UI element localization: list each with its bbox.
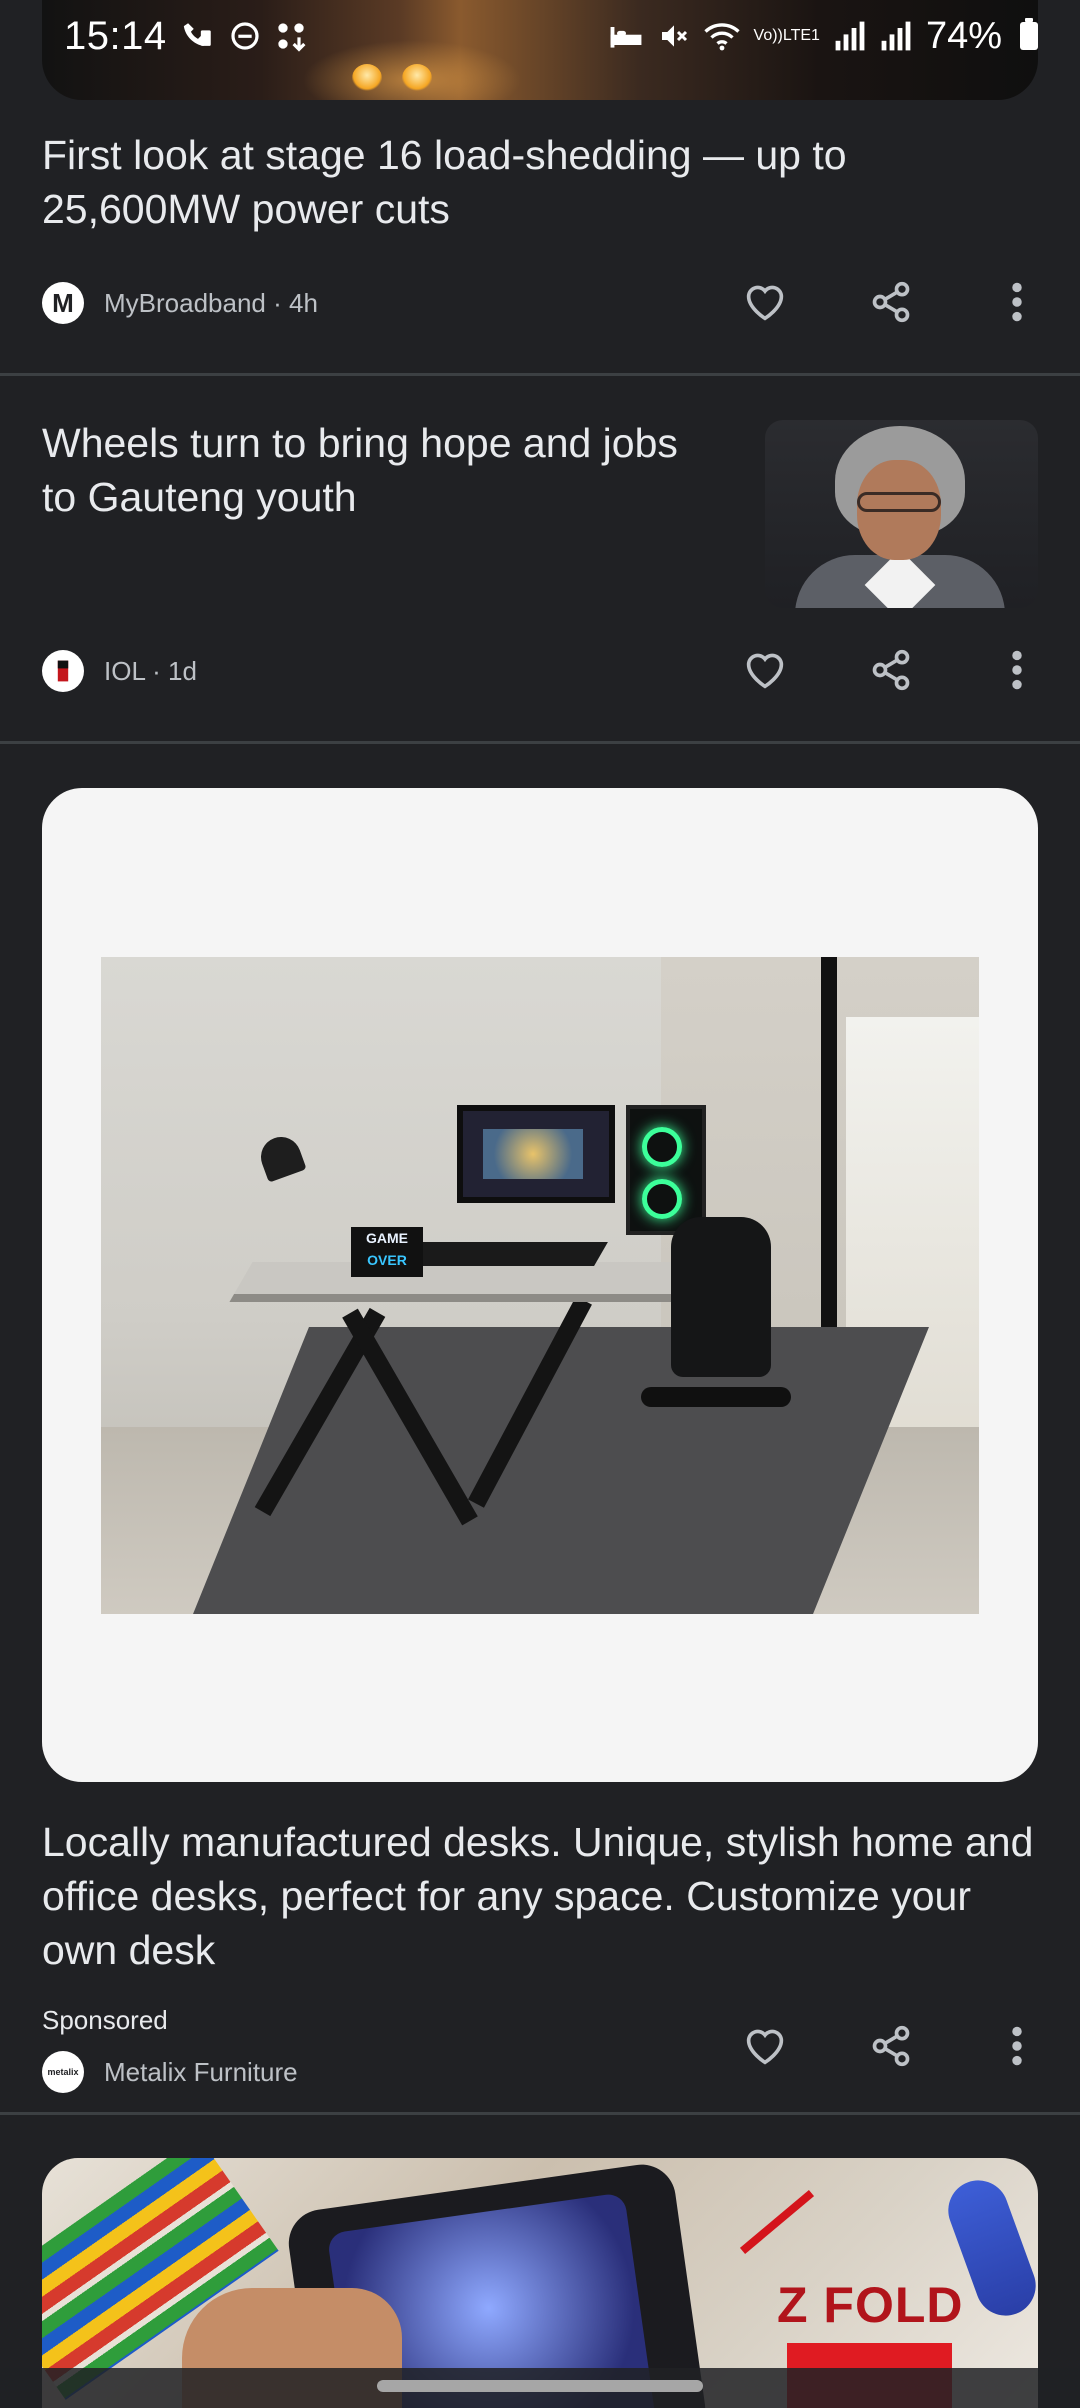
red-arrow: [739, 2190, 815, 2254]
chair-base: [641, 1387, 791, 1407]
more-vert-icon: [1012, 650, 1022, 690]
more-vert-icon: [1012, 282, 1022, 322]
feed-divider: [0, 373, 1080, 376]
status-time: 15:14: [64, 13, 167, 58]
monitor: [457, 1105, 615, 1203]
source-logo-letter: M: [52, 287, 74, 318]
source-logo: M: [42, 282, 84, 324]
article-thumbnail[interactable]: [765, 420, 1038, 608]
signal-strength-icon: [834, 21, 866, 51]
share-button[interactable]: [828, 262, 954, 342]
heart-icon: [746, 653, 784, 689]
advertiser-logo: metalix: [42, 2051, 84, 2093]
advertiser-logo-text: metalix: [47, 2067, 79, 2077]
sponsored-headline[interactable]: Locally manufactured desks. Unique, styl…: [42, 1815, 1042, 1977]
share-button[interactable]: [828, 630, 954, 710]
desk-lamp: [255, 1131, 307, 1183]
sign-line-1: GAME: [366, 1230, 408, 1246]
sponsored-actions: [702, 2006, 1080, 2086]
sign-line-2: OVER: [367, 1252, 407, 1268]
like-button[interactable]: [702, 262, 828, 342]
iol-logo: [42, 650, 84, 692]
do-not-disturb-icon: [229, 20, 261, 52]
article-source-row[interactable]: IOL · 1d: [42, 650, 197, 692]
sponsored-image-card[interactable]: GAME OVER: [42, 788, 1038, 1782]
game-over-sign: GAME OVER: [351, 1227, 423, 1277]
like-button[interactable]: [702, 2006, 828, 2086]
status-bar: 15:14 Vo)) LTE1 74%: [0, 0, 1080, 72]
more-vert-icon: [1012, 2026, 1022, 2066]
office-chair: [671, 1217, 771, 1377]
bedtime-icon: [608, 21, 644, 51]
share-icon: [872, 649, 910, 691]
desk-top: [229, 1262, 723, 1302]
status-right: Vo)) LTE1 74%: [608, 15, 1038, 58]
desk-mat: [394, 1242, 608, 1266]
battery-icon: [1020, 18, 1038, 50]
call-forward-icon: [181, 19, 215, 53]
mute-icon: [658, 20, 690, 52]
more-options-button[interactable]: [954, 262, 1080, 342]
article-headline[interactable]: Wheels turn to bring hope and jobs to Ga…: [42, 416, 722, 524]
share-button[interactable]: [828, 2006, 954, 2086]
photo-rug: [193, 1327, 929, 1614]
feed-divider: [0, 2112, 1080, 2115]
pc-case: [626, 1105, 706, 1235]
volte-label: Vo)): [753, 27, 783, 44]
source-name-time: IOL · 1d: [104, 655, 197, 686]
share-icon: [872, 2025, 910, 2067]
battery-percent: 74%: [925, 14, 1002, 57]
article-actions: [702, 262, 1080, 342]
thumbnail-glasses: [857, 492, 941, 512]
wifi-icon: [703, 20, 740, 52]
overlay-text: Z FOLD: [777, 2277, 964, 2333]
desk-photo: GAME OVER: [101, 957, 979, 1614]
heart-icon: [746, 2029, 784, 2065]
volte-indicator: Vo)) LTE1: [754, 28, 820, 44]
share-icon: [872, 281, 910, 323]
feed-divider: [0, 741, 1080, 744]
home-gesture-handle[interactable]: [377, 2380, 703, 2392]
advertiser-name: Metalix Furniture: [104, 2056, 298, 2087]
news-feed-page: 15:14 Vo)) LTE1 74% First look at stage …: [0, 0, 1080, 2408]
article-source-row[interactable]: M MyBroadband · 4h: [42, 282, 318, 324]
apps-notification-icon: [275, 20, 307, 52]
article-actions: [702, 630, 1080, 710]
article-headline[interactable]: First look at stage 16 load-shedding — u…: [42, 128, 1002, 236]
sponsored-label: Sponsored: [42, 2005, 168, 2035]
signal-strength-icon: [880, 21, 912, 51]
advertiser-row[interactable]: metalix Metalix Furniture: [42, 2051, 298, 2093]
heart-icon: [746, 285, 784, 321]
like-button[interactable]: [702, 630, 828, 710]
more-options-button[interactable]: [954, 2006, 1080, 2086]
more-options-button[interactable]: [954, 630, 1080, 710]
status-left: 15:14: [64, 14, 307, 59]
lte-label: LTE1: [782, 27, 820, 44]
source-name-time: MyBroadband · 4h: [104, 287, 318, 318]
